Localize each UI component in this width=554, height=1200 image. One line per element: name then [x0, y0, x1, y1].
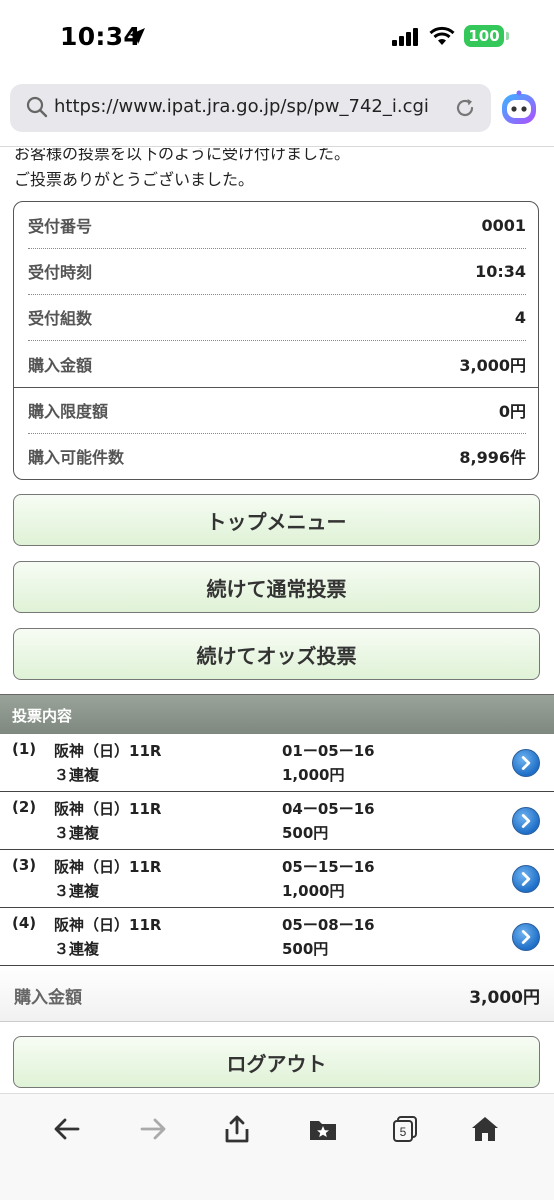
summary-label: 購入金額: [28, 356, 93, 375]
summary-value: 10:34: [475, 261, 526, 281]
receipt-summary: 受付番号 0001 受付時刻 10:34 受付組数 4 購入金額 3,000円 …: [13, 201, 539, 480]
bet-number: (3): [12, 856, 37, 874]
bookmarks-folder-icon[interactable]: [308, 1114, 338, 1144]
bet-amount: 500円: [282, 940, 329, 958]
wifi-icon: [429, 26, 455, 45]
summary-row-receipt-time: 受付時刻 10:34: [28, 248, 526, 294]
summary-row-receipt-number: 受付番号 0001: [28, 202, 526, 248]
bet-type: ３連複: [54, 824, 100, 842]
bet-amount: 1,000円: [282, 766, 345, 784]
home-icon[interactable]: [470, 1114, 500, 1144]
confirmation-message: お客様の投票を以下のように受け付けました。: [14, 144, 351, 163]
tabs-icon[interactable]: 5: [390, 1114, 420, 1144]
url-text[interactable]: https://www.ipat.jra.go.jp/sp/pw_742_i.c…: [54, 96, 429, 117]
bet-combination: 01ー05ー16: [282, 742, 375, 760]
section-title: 投票内容: [12, 707, 73, 725]
summary-row-bet-count: 受付組数 4: [28, 294, 526, 340]
battery-level: 100: [468, 27, 500, 45]
continue-odds-vote-button[interactable]: 続けてオッズ投票: [13, 628, 540, 680]
bet-amount: 1,000円: [282, 882, 345, 900]
continue-normal-vote-button[interactable]: 続けて通常投票: [13, 561, 540, 613]
bet-race: 阪神（日）11R: [54, 858, 162, 876]
summary-value: 4: [514, 307, 526, 327]
bet-race: 阪神（日）11R: [54, 916, 162, 934]
toolbar-divider: [0, 146, 554, 147]
summary-label: 購入限度額: [28, 402, 109, 421]
top-menu-button[interactable]: トップメニュー: [13, 494, 540, 546]
summary-value: 8,996件: [459, 448, 526, 467]
summary-label: 受付番号: [28, 217, 93, 236]
cellular-signal-icon: [392, 28, 418, 46]
total-label: 購入金額: [14, 988, 82, 1008]
bet-row[interactable]: (4) 阪神（日）11R ３連複 05ー08ー16 500円: [0, 908, 554, 966]
bet-contents-header: 投票内容: [0, 694, 554, 734]
summary-label: 受付時刻: [28, 263, 93, 282]
address-bar[interactable]: https://www.ipat.jra.go.jp/sp/pw_742_i.c…: [10, 84, 491, 132]
bet-combination: 04ー05ー16: [282, 800, 375, 818]
summary-label: 購入可能件数: [28, 448, 125, 467]
location-arrow-icon: [129, 28, 145, 44]
assistant-bot-icon[interactable]: [500, 90, 538, 126]
battery-tip: [506, 32, 509, 40]
forward-arrow-icon[interactable]: [138, 1114, 168, 1144]
bet-race: 阪神（日）11R: [54, 742, 162, 760]
battery-icon: 100: [464, 25, 504, 47]
reload-icon[interactable]: [453, 96, 477, 120]
bet-combination: 05ー08ー16: [282, 916, 375, 934]
chevron-right-icon[interactable]: [512, 807, 540, 835]
thanks-message: ご投票ありがとうございました。: [14, 170, 255, 189]
logout-button[interactable]: ログアウト: [13, 1036, 540, 1088]
chevron-right-icon[interactable]: [512, 865, 540, 893]
summary-value: 0001: [481, 215, 526, 235]
back-arrow-icon[interactable]: [52, 1114, 82, 1144]
bet-number: (2): [12, 798, 37, 816]
tabs-count: 5: [400, 1125, 407, 1139]
bet-row[interactable]: (1) 阪神（日）11R ３連複 01ー05ー16 1,000円: [0, 734, 554, 792]
summary-row-available-count: 購入可能件数 8,996件: [28, 433, 526, 479]
chevron-right-icon[interactable]: [512, 923, 540, 951]
bet-type: ３連複: [54, 882, 100, 900]
bet-type: ３連複: [54, 940, 100, 958]
status-bar: 10:34 100: [0, 0, 554, 76]
total-value: 3,000円: [469, 988, 540, 1008]
bet-number: (1): [12, 740, 37, 758]
search-icon: [26, 96, 48, 118]
bet-type: ３連複: [54, 766, 100, 784]
summary-value: 0円: [498, 402, 526, 421]
bet-amount: 500円: [282, 824, 329, 842]
summary-label: 受付組数: [28, 309, 93, 328]
bet-row[interactable]: (2) 阪神（日）11R ３連複 04ー05ー16 500円: [0, 792, 554, 850]
bet-combination: 05ー15ー16: [282, 858, 375, 876]
bet-row[interactable]: (3) 阪神（日）11R ３連複 05ー15ー16 1,000円: [0, 850, 554, 908]
share-icon[interactable]: [222, 1114, 252, 1144]
chevron-right-icon[interactable]: [512, 749, 540, 777]
browser-toolbar: 5: [0, 1093, 554, 1200]
summary-value: 3,000円: [459, 356, 526, 375]
bet-race: 阪神（日）11R: [54, 800, 162, 818]
summary-row-purchase-limit: 購入限度額 0円: [28, 387, 526, 433]
summary-row-purchase-amount: 購入金額 3,000円: [28, 341, 526, 387]
purchase-total: 購入金額 3,000円: [0, 966, 554, 1022]
bet-number: (4): [12, 914, 37, 932]
